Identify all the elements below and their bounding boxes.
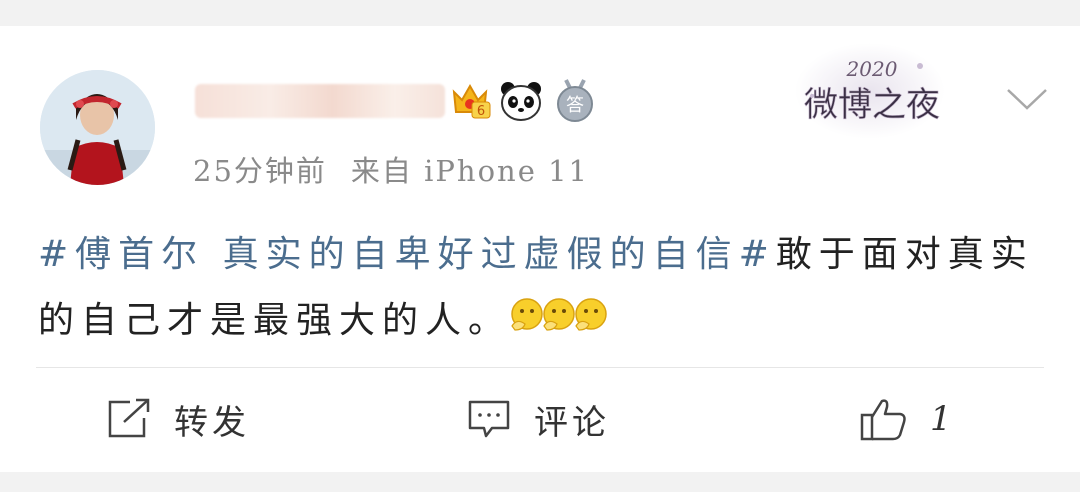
answer-medal-icon[interactable]: 答 bbox=[552, 78, 598, 128]
post-source[interactable]: 来自 iPhone 11 bbox=[351, 154, 589, 188]
post-time: 25分钟前 bbox=[193, 154, 327, 188]
weibo-night-logo[interactable]: 2020 微博之夜 bbox=[790, 36, 950, 150]
repost-button[interactable]: 转发 bbox=[106, 396, 250, 443]
face-thinking-emoji bbox=[541, 290, 575, 356]
username-blurred[interactable] bbox=[195, 84, 445, 118]
member-crown-icon[interactable]: 6 bbox=[448, 78, 492, 126]
divider bbox=[36, 367, 1044, 368]
post-meta: 25分钟前 来自 iPhone 11 bbox=[193, 148, 613, 190]
answer-badge-label: 答 bbox=[566, 95, 584, 116]
face-thinking-emoji bbox=[509, 290, 543, 356]
post-text: #傅首尔 真实的自卑好过虚假的自信#敢于面对真实的自己才是最强大的人。 bbox=[38, 222, 1048, 356]
event-title: 微博之夜 bbox=[804, 85, 940, 125]
face-thinking-emoji bbox=[573, 290, 607, 356]
member-level: 6 bbox=[477, 104, 485, 119]
comment-label: 评论 bbox=[534, 402, 610, 443]
repost-label: 转发 bbox=[174, 402, 250, 443]
topic-link[interactable]: #傅首尔 真实的自卑好过虚假的自信# bbox=[38, 234, 776, 275]
comment-icon bbox=[468, 400, 510, 438]
comment-button[interactable]: 评论 bbox=[466, 396, 610, 443]
thumbs-up-icon bbox=[860, 399, 906, 441]
like-button[interactable]: 1 bbox=[860, 396, 956, 442]
chevron-down-icon[interactable] bbox=[1004, 84, 1050, 118]
like-count: 1 bbox=[930, 399, 956, 439]
avatar[interactable] bbox=[40, 70, 155, 185]
avatar-image bbox=[40, 70, 155, 185]
repost-icon bbox=[108, 398, 150, 438]
weibo-post-card: 6 答 25分钟前 来自 iPhone 11 2020 微博之夜 #傅首尔 真实… bbox=[0, 26, 1080, 472]
panda-icon[interactable] bbox=[498, 78, 544, 128]
event-year: 2020 bbox=[846, 57, 898, 81]
